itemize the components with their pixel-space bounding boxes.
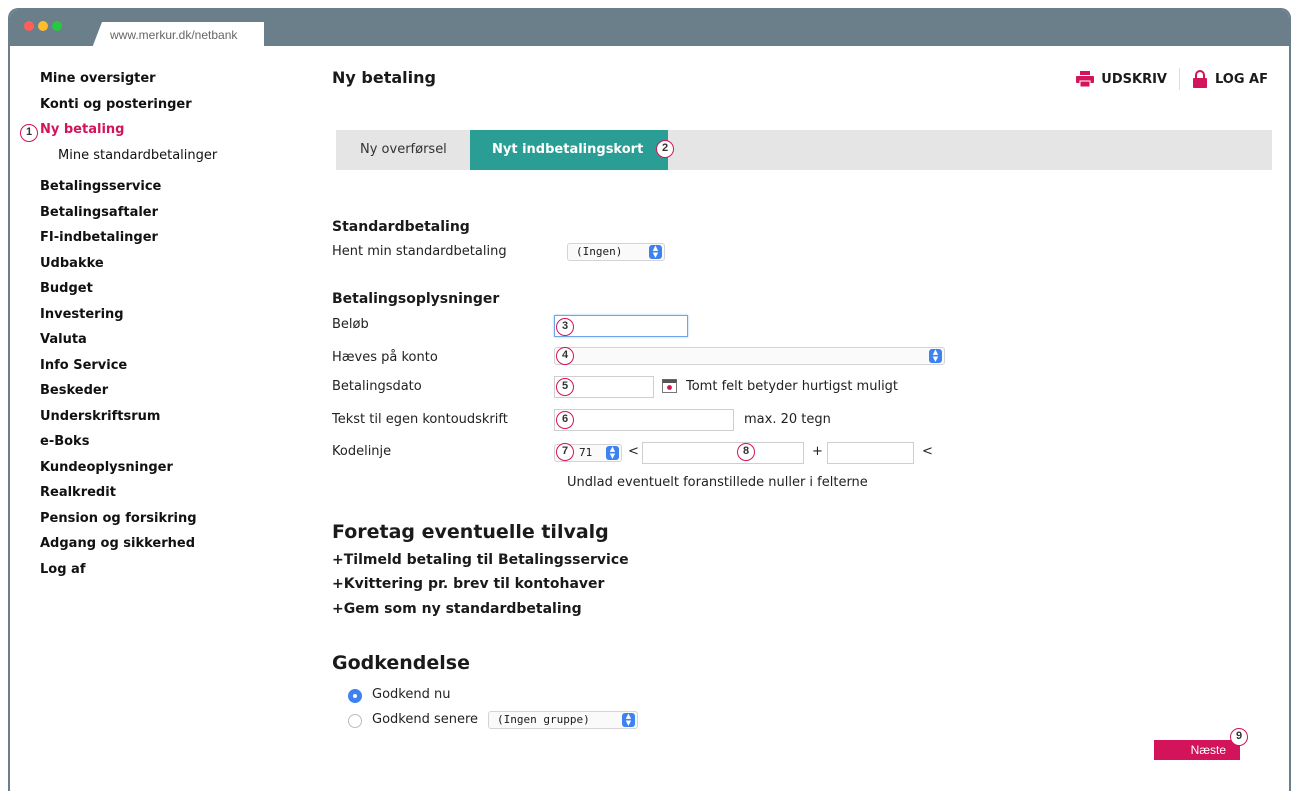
approval-group-select[interactable]: (Ingen gruppe) ▲ ▼ xyxy=(488,711,638,729)
calendar-icon[interactable] xyxy=(662,378,677,393)
option-label: Kvittering pr. brev til kontohaver xyxy=(343,576,605,592)
standard-heading: Standardbetaling xyxy=(332,219,470,235)
sidebar-item-konti-og-posteringer[interactable]: Konti og posteringer xyxy=(40,92,300,118)
account-label: Hæves på konto xyxy=(332,350,438,365)
sidebar-item-fi-indbetalinger[interactable]: FI-indbetalinger xyxy=(40,225,300,251)
approve-now-label: Godkend nu xyxy=(372,687,451,702)
lock-icon xyxy=(1192,70,1207,88)
printer-icon xyxy=(1076,71,1095,87)
statement-text-label: Tekst til egen kontoudskrift xyxy=(332,412,508,427)
select-arrows-icon: ▲ ▼ xyxy=(622,713,635,727)
standard-select-value: (Ingen) xyxy=(576,245,623,258)
option-betalingsservice[interactable]: +Tilmeld betaling til Betalingsservice xyxy=(332,552,629,568)
header-divider xyxy=(1178,68,1180,90)
select-arrows-icon: ▲ ▼ xyxy=(606,446,619,460)
callout-badge-4: 4 xyxy=(556,347,574,365)
option-gem-standard[interactable]: +Gem som ny standardbetaling xyxy=(332,601,582,617)
logout-button[interactable]: LOG AF xyxy=(1192,70,1268,88)
sidebar-item-valuta[interactable]: Valuta xyxy=(40,327,300,353)
plus-icon: + xyxy=(332,601,344,617)
sidebar-item-ny-betaling[interactable]: Ny betaling xyxy=(40,117,300,143)
codeline-lt-1: < xyxy=(628,444,639,459)
approval-heading: Godkendelse xyxy=(332,652,470,674)
standard-select[interactable]: (Ingen) ▲ ▼ xyxy=(567,243,665,261)
amount-input[interactable] xyxy=(554,315,688,337)
callout-badge-5: 5 xyxy=(556,378,574,396)
codeline-label: Kodelinje xyxy=(332,444,392,459)
codeline-lt-2: < xyxy=(922,444,933,459)
codeline-hint: Undlad eventuelt foranstillede nuller i … xyxy=(567,475,868,490)
fetch-standard-label: Hent min standardbetaling xyxy=(332,244,507,259)
page-title: Ny betaling xyxy=(332,68,436,87)
logout-label: LOG AF xyxy=(1214,71,1268,87)
sidebar-item-investering[interactable]: Investering xyxy=(40,302,300,328)
sidebar-item-mine-standardbetalinger[interactable]: Mine standardbetalinger xyxy=(40,143,300,169)
callout-badge-1: 1 xyxy=(20,124,38,142)
sidebar-item-adgang-og-sikkerhed[interactable]: Adgang og sikkerhed xyxy=(40,531,300,557)
sidebar-item-beskeder[interactable]: Beskeder xyxy=(40,378,300,404)
callout-badge-2: 2 xyxy=(656,140,674,158)
sidebar-item-realkredit[interactable]: Realkredit xyxy=(40,480,300,506)
callout-badge-8: 8 xyxy=(737,443,755,461)
callout-badge-9: 9 xyxy=(1230,728,1248,746)
plus-icon: + xyxy=(332,576,344,592)
approval-group-value: (Ingen gruppe) xyxy=(497,713,590,726)
select-arrows-icon: ▲ ▼ xyxy=(929,349,942,363)
sidebar-nav: Mine oversigter Konti og posteringer Ny … xyxy=(40,66,300,582)
tab-nyt-indbetalingskort[interactable]: Nyt indbetalingskort xyxy=(470,130,668,170)
statement-text-input[interactable] xyxy=(554,409,734,431)
sidebar-item-pension-og-forsikring[interactable]: Pension og forsikring xyxy=(40,506,300,532)
sidebar-item-info-service[interactable]: Info Service xyxy=(40,353,300,379)
sidebar-item-udbakke[interactable]: Udbakke xyxy=(40,251,300,277)
browser-tab[interactable]: www.merkur.dk/netbank xyxy=(92,22,264,48)
statement-text-hint: max. 20 tegn xyxy=(744,412,831,427)
account-select[interactable]: ▲ ▼ xyxy=(554,347,945,365)
approve-now-radio[interactable] xyxy=(348,689,362,703)
option-label: Gem som ny standardbetaling xyxy=(343,601,582,617)
sidebar-item-mine-oversigter[interactable]: Mine oversigter xyxy=(40,66,300,92)
date-label: Betalingsdato xyxy=(332,379,422,394)
close-window-button[interactable] xyxy=(24,21,34,31)
date-hint: Tomt felt betyder hurtigst muligt xyxy=(686,379,899,394)
option-kvittering[interactable]: +Kvittering pr. brev til kontohaver xyxy=(332,576,604,592)
sidebar-item-e-boks[interactable]: e-Boks xyxy=(40,429,300,455)
approve-later-label: Godkend senere xyxy=(372,712,479,727)
maximize-window-button[interactable] xyxy=(52,21,62,31)
minimize-window-button[interactable] xyxy=(38,21,48,31)
amount-label: Beløb xyxy=(332,317,369,332)
plus-icon: + xyxy=(332,552,344,568)
print-button[interactable]: UDSKRIV xyxy=(1076,71,1167,87)
browser-titlebar: www.merkur.dk/netbank xyxy=(10,10,1289,48)
sidebar-item-budget[interactable]: Budget xyxy=(40,276,300,302)
print-label: UDSKRIV xyxy=(1101,71,1167,87)
payment-tabs: Ny overførsel Nyt indbetalingskort xyxy=(336,130,1272,170)
callout-badge-7: 7 xyxy=(556,443,574,461)
sidebar-item-kundeoplysninger[interactable]: Kundeoplysninger xyxy=(40,455,300,481)
codeline-field-2[interactable] xyxy=(827,442,914,464)
codeline-plus: + xyxy=(812,444,823,459)
sidebar-item-betalingsservice[interactable]: Betalingsservice xyxy=(40,174,300,200)
callout-badge-6: 6 xyxy=(556,411,574,429)
payment-heading: Betalingsoplysninger xyxy=(332,291,500,307)
header-actions: UDSKRIV LOG AF xyxy=(1076,68,1268,90)
codeline-field-1[interactable] xyxy=(642,442,804,464)
options-heading: Foretag eventuelle tilvalg xyxy=(332,521,609,543)
approve-later-radio[interactable] xyxy=(348,714,362,728)
sidebar-item-betalingsaftaler[interactable]: Betalingsaftaler xyxy=(40,200,300,226)
callout-badge-3: 3 xyxy=(556,318,574,336)
tab-ny-overforsel[interactable]: Ny overførsel xyxy=(360,130,447,170)
sidebar-item-underskriftsrum[interactable]: Underskriftsrum xyxy=(40,404,300,430)
sidebar-item-log-af[interactable]: Log af xyxy=(40,557,300,583)
option-label: Tilmeld betaling til Betalingsservice xyxy=(343,552,629,568)
next-button[interactable]: Næste xyxy=(1154,740,1240,760)
select-arrows-icon: ▲ ▼ xyxy=(649,245,662,259)
browser-url: www.merkur.dk/netbank xyxy=(110,28,238,42)
